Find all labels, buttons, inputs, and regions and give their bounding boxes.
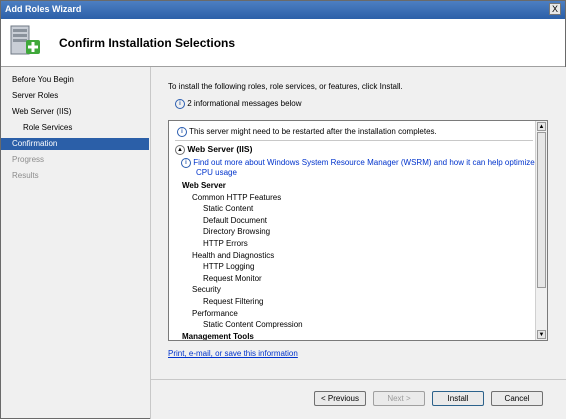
vertical-scrollbar[interactable]: ▲ ▼ [535,121,547,340]
title-bar[interactable]: Add Roles Wizard X [1,1,565,19]
scroll-thumb[interactable] [537,132,546,288]
restart-notice-row: i This server might need to be restarted… [177,127,437,137]
main-content: To install the following roles, role ser… [150,67,566,379]
step-results: Results [12,171,39,180]
scroll-down-icon[interactable]: ▼ [537,330,546,339]
wizard-footer: < Previous Next > Install Cancel [150,379,566,419]
wizard-header: Confirm Installation Selections [1,19,565,67]
info-summary: i 2 informational messages below [175,99,302,109]
wsrm-link-continued[interactable]: CPU usage [196,168,237,177]
info-icon: i [181,158,191,168]
role-header-row: ▲ Web Server (IIS) [175,144,252,155]
tree-item: HTTP Logging [203,262,255,272]
info-summary-text: 2 informational messages below [187,99,302,109]
wsrm-info-row: i Find out more about Windows System Res… [181,158,535,168]
selections-list-content: i This server might need to be restarted… [169,121,536,340]
selections-list[interactable]: i This server might need to be restarted… [168,120,548,341]
role-header-text: Web Server (IIS) [187,144,253,154]
tree-item: Web Server [182,181,226,190]
step-server-roles[interactable]: Server Roles [1,90,149,102]
cancel-button[interactable]: Cancel [491,391,543,406]
tree-item: Health and Diagnostics [192,250,275,260]
previous-button[interactable]: < Previous [314,391,366,406]
tree-item: Request Filtering [203,297,264,306]
wsrm-link[interactable]: Find out more about Windows System Resou… [193,158,534,167]
tree-item: Directory Browsing [203,227,271,237]
tree-item: Security [192,285,221,295]
step-before-you-begin[interactable]: Before You Begin [1,74,149,86]
tree-item: Management Tools [182,331,254,341]
tree-item: Static Content [203,204,254,214]
close-button[interactable]: X [549,3,561,15]
print-email-save-link[interactable]: Print, e-mail, or save this information [168,349,298,358]
tree-item: HTTP Errors [203,239,248,248]
add-roles-wizard-window: Add Roles Wizard X Confirm Installation … [0,0,566,419]
window-title: Add Roles Wizard [5,4,82,14]
install-button[interactable]: Install [432,391,484,406]
intro-text: To install the following roles, role ser… [168,82,403,91]
tree-item: Common HTTP Features [192,192,282,202]
tree-item: Static Content Compression [203,320,303,330]
step-confirmation[interactable]: Confirmation [1,138,149,150]
scroll-up-icon[interactable]: ▲ [537,122,546,131]
step-web-server-iis[interactable]: Web Server (IIS) [1,106,149,118]
next-button: Next > [373,391,425,406]
tree-item: Default Document [203,215,268,225]
info-icon: i [175,99,185,109]
wizard-steps-nav: Before You Begin Server Roles Web Server… [1,67,149,418]
collapse-chevron-icon[interactable]: ▲ [175,144,185,155]
tree-item: Request Monitor [203,273,262,283]
step-role-services[interactable]: Role Services [1,122,149,134]
page-title: Confirm Installation Selections [59,36,236,50]
restart-notice-text: This server might need to be restarted a… [189,127,437,137]
divider [175,140,533,141]
info-icon: i [177,127,187,137]
tree-item: Performance [192,308,238,318]
step-progress: Progress [12,155,45,164]
server-add-icon [10,25,40,55]
